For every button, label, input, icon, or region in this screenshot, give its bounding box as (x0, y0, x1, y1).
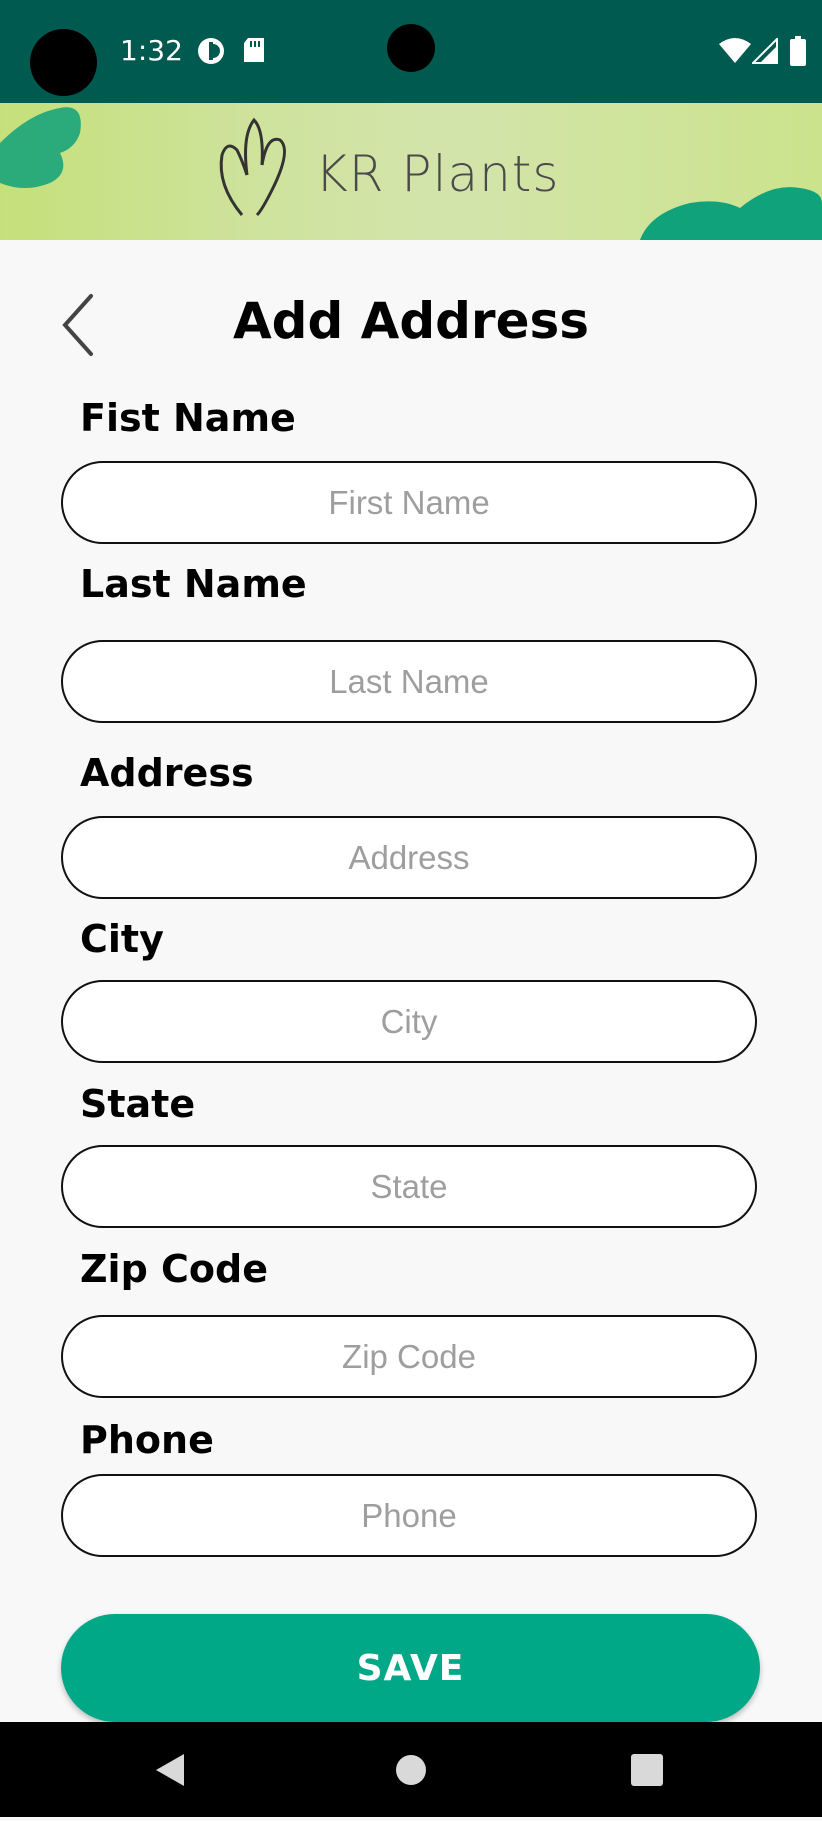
front-camera-cutout (387, 24, 435, 72)
notification-app-icon (196, 36, 226, 70)
system-nav-bar (0, 1722, 822, 1817)
back-icon (156, 1754, 184, 1786)
zip-code-input[interactable] (61, 1315, 757, 1398)
phone-label: Phone (80, 1418, 214, 1462)
nav-back-button[interactable] (112, 1722, 232, 1817)
save-button[interactable]: SAVE (61, 1614, 760, 1722)
brand-logo-icon (219, 117, 286, 217)
address-input[interactable] (61, 816, 757, 899)
nav-recents-button[interactable] (587, 1722, 707, 1817)
battery-icon (790, 36, 806, 70)
home-icon (396, 1755, 426, 1785)
last-name-label: Last Name (80, 562, 307, 606)
status-bar: 1:32 (0, 0, 822, 103)
state-input[interactable] (61, 1145, 757, 1228)
phone-input[interactable] (61, 1474, 757, 1557)
first-name-input[interactable] (61, 461, 757, 544)
city-label: City (80, 917, 164, 961)
signal-icon (750, 36, 778, 68)
last-name-input[interactable] (61, 640, 757, 723)
camera-overlay-dot (30, 29, 97, 96)
recents-icon (631, 1754, 663, 1786)
brand-name: KR Plants (315, 145, 560, 203)
address-label: Address (80, 751, 254, 795)
sd-card-icon (242, 36, 266, 68)
status-time: 1:32 (120, 34, 183, 67)
brand-banner: KR Plants (0, 103, 822, 240)
first-name-label: Fist Name (80, 396, 296, 440)
state-label: State (80, 1082, 196, 1126)
nav-home-button[interactable] (351, 1722, 471, 1817)
zip-code-label: Zip Code (80, 1247, 268, 1291)
page-title: Add Address (232, 292, 590, 350)
city-input[interactable] (61, 980, 757, 1063)
wifi-icon (718, 38, 752, 68)
